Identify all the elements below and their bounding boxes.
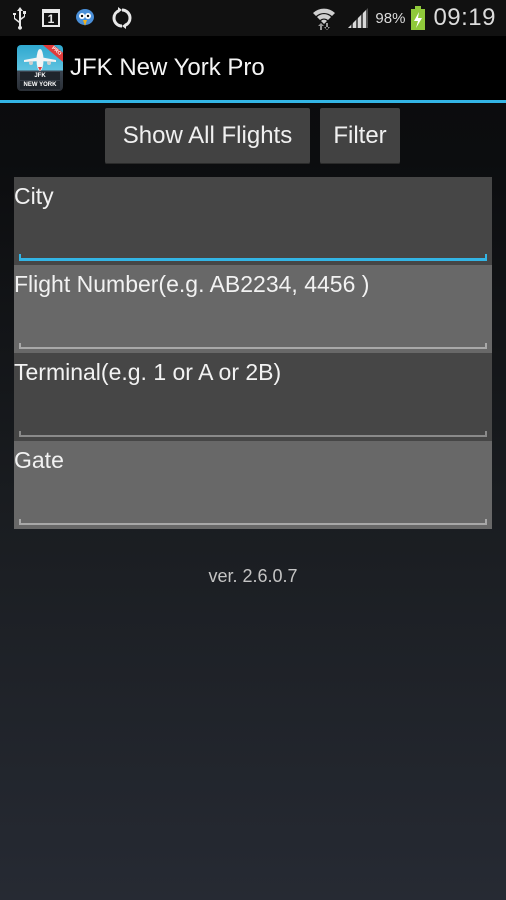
filter-button[interactable]: Filter: [320, 108, 400, 164]
app-title: JFK New York Pro: [70, 54, 265, 81]
flight-number-label: Flight Number(e.g. AB2234, 4456 ): [14, 271, 370, 297]
flight-number-input[interactable]: [19, 313, 487, 351]
app-icon-city: NEW YORK: [20, 81, 60, 89]
action-bar: PRO JFK NEW YORK JFK New York Pro: [0, 36, 506, 103]
sync-icon: [110, 6, 134, 30]
clock: 09:19: [433, 4, 496, 31]
status-bar: 1 98% 09:19: [0, 0, 506, 36]
battery-charging-icon: [411, 6, 426, 30]
city-input[interactable]: [19, 225, 487, 263]
usb-icon: [12, 6, 28, 30]
terminal-input[interactable]: [19, 401, 487, 439]
flight-number-field: Flight Number(e.g. AB2234, 4456 ): [14, 265, 492, 353]
button-row: Show All Flights Filter: [0, 108, 506, 164]
battery-percent: 98%: [375, 9, 406, 27]
gate-field: Gate: [14, 441, 492, 529]
city-field: City: [14, 177, 492, 265]
calendar-day: 1: [47, 12, 55, 26]
bird-app-icon: [74, 6, 96, 30]
filter-form: City Flight Number(e.g. AB2234, 4456 ) T…: [14, 177, 492, 529]
app-icon-code: JFK: [20, 72, 60, 80]
calendar-icon: 1: [42, 9, 60, 27]
gate-label: Gate: [14, 447, 64, 473]
signal-icon: [347, 7, 369, 29]
show-all-flights-button[interactable]: Show All Flights: [105, 108, 310, 164]
wifi-icon: [311, 6, 337, 30]
city-label: City: [14, 183, 54, 209]
terminal-label: Terminal(e.g. 1 or A or 2B): [14, 359, 282, 385]
app-logo-icon[interactable]: PRO JFK NEW YORK: [17, 45, 63, 91]
terminal-field: Terminal(e.g. 1 or A or 2B): [14, 353, 492, 441]
gate-input[interactable]: [19, 489, 487, 527]
version-label: ver. 2.6.0.7: [208, 566, 298, 586]
